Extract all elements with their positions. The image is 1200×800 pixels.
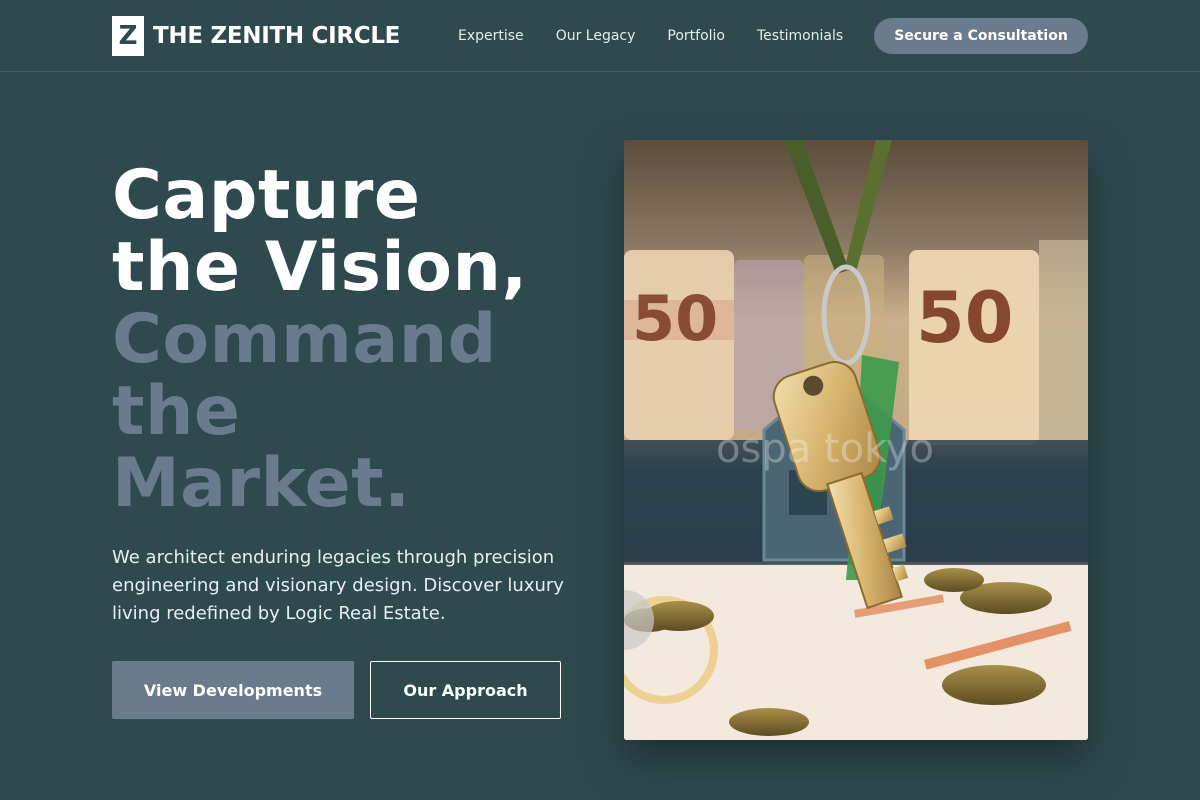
nav-link-expertise[interactable]: Expertise [442,24,540,48]
nav-link-testimonials[interactable]: Testimonials [741,24,859,48]
hero-subtitle: We architect enduring legacies through p… [112,547,564,624]
secure-consultation-button[interactable]: Secure a Consultation [874,18,1088,54]
hero-image-house-keys: 50 50 ospa tokyo [624,140,1088,740]
logo-mark-icon: Z [112,16,144,56]
hero-title-accent-line: Market. [112,444,411,523]
hero-title: Capture the Vision, Command the Market. [112,160,592,520]
hero-title-accent-line: Command [112,300,497,379]
svg-text:50: 50 [632,282,718,355]
hero-title-line: Capture [112,156,421,235]
brand-name: THE ZENITH CIRCLE [153,23,401,49]
svg-text:50: 50 [916,277,1013,359]
nav-links: Expertise Our Legacy Portfolio Testimoni… [442,24,859,48]
house-keys-illustration: 50 50 ospa tokyo [624,140,1088,740]
nav-link-our-legacy[interactable]: Our Legacy [540,24,652,48]
hero-title-accent-line: the [112,372,241,451]
image-watermark: ospa tokyo [716,426,934,472]
view-developments-button[interactable]: View Developments [112,661,354,719]
nav-link-portfolio[interactable]: Portfolio [651,24,741,48]
hero-title-line: the Vision, [112,228,528,307]
top-navbar: Z THE ZENITH CIRCLE Expertise Our Legacy… [0,0,1200,72]
our-approach-button[interactable]: Our Approach [370,661,561,719]
brand-logo[interactable]: Z THE ZENITH CIRCLE [112,16,400,56]
